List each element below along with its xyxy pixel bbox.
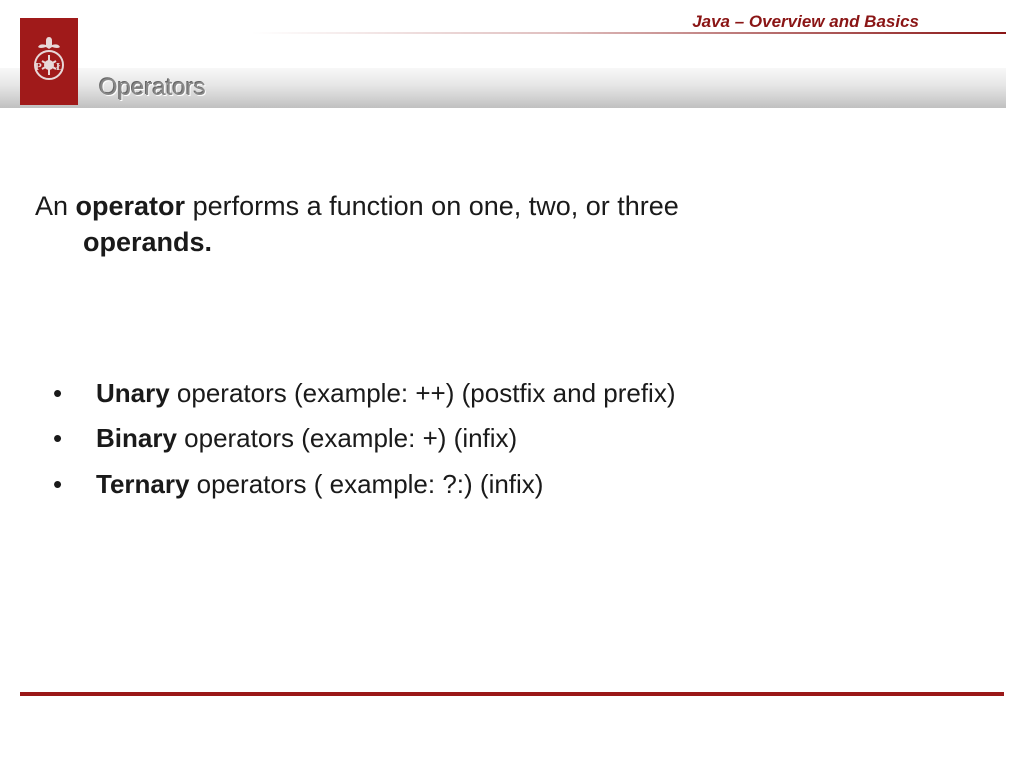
svg-text:Ł: Ł	[56, 61, 63, 73]
footer-divider	[20, 692, 1004, 696]
svg-text:P: P	[35, 61, 42, 73]
intro-mid: performs a function on one, two, or thre…	[185, 191, 679, 221]
bullet-bold: Ternary	[96, 469, 189, 499]
intro-text: An operator performs a function on one, …	[35, 188, 989, 261]
title-bar: Operators	[0, 68, 1006, 108]
university-logo: P Ł	[20, 18, 78, 105]
intro-pre: An	[35, 191, 76, 221]
bullet-bold: Unary	[96, 378, 170, 408]
bullet-list: Unary operators (example: ++) (postfix a…	[35, 371, 989, 508]
logo-icon: P Ł	[28, 33, 70, 91]
bullet-bold: Binary	[96, 423, 177, 453]
bullet-rest: operators ( example: ?:) (infix)	[189, 469, 543, 499]
header-area: Java – Overview and Basics Operators P Ł	[0, 0, 1024, 108]
intro-bold-operands: operands.	[83, 227, 212, 257]
intro-bold-operator: operator	[76, 191, 186, 221]
course-title: Java – Overview and Basics	[692, 12, 919, 32]
list-item: Ternary operators ( example: ?:) (infix)	[53, 462, 989, 508]
header-divider	[0, 32, 1006, 34]
list-item: Binary operators (example: +) (infix)	[53, 416, 989, 462]
bullet-rest: operators (example: +) (infix)	[177, 423, 517, 453]
bullet-rest: operators (example: ++) (postfix and pre…	[170, 378, 676, 408]
slide-title: Operators	[99, 74, 206, 102]
list-item: Unary operators (example: ++) (postfix a…	[53, 371, 989, 417]
slide-content: An operator performs a function on one, …	[0, 108, 1024, 527]
